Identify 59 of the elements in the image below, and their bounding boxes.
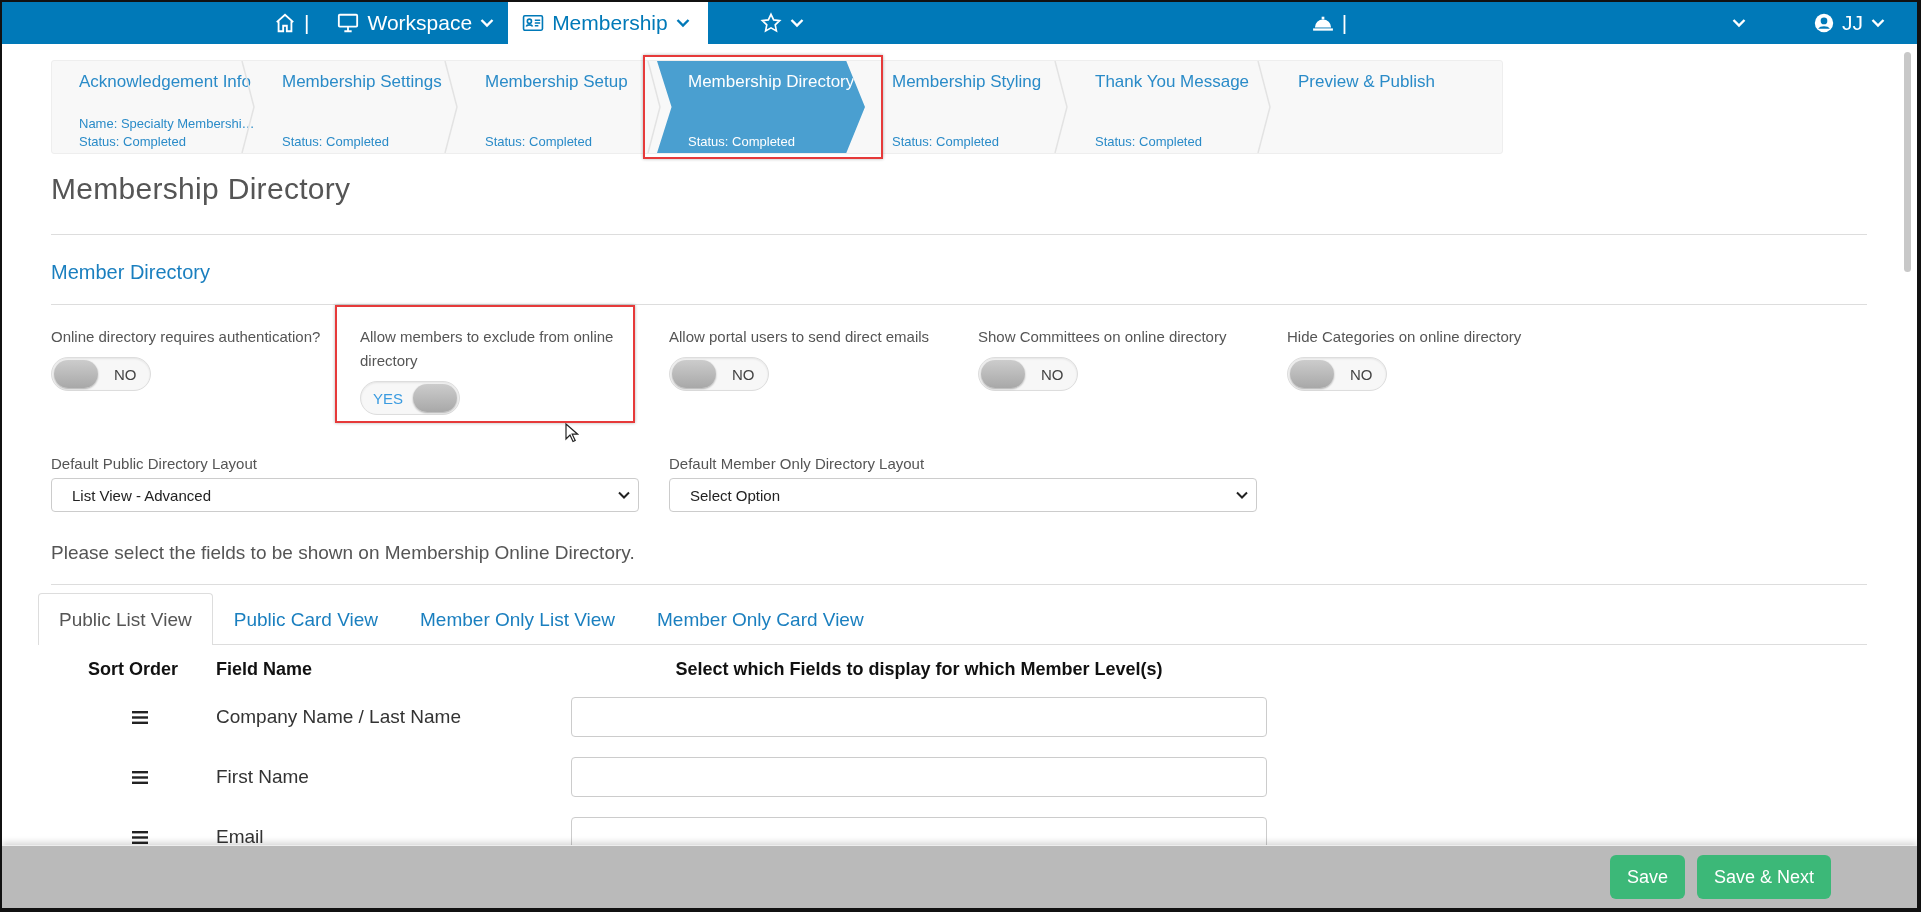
- drag-handle-icon[interactable]: [132, 710, 148, 724]
- field-name: First Name: [215, 766, 310, 788]
- drag-handle-icon[interactable]: [132, 830, 148, 844]
- wizard-step[interactable]: Membership Settings Status: Completed: [255, 61, 458, 153]
- id-card-icon: [522, 14, 545, 32]
- member-level-field[interactable]: [571, 697, 1267, 737]
- wizard-step[interactable]: Membership Directory Status: Completed: [657, 61, 865, 153]
- bell-icon: [1311, 14, 1334, 32]
- member-level-field[interactable]: [571, 757, 1267, 797]
- instructions-text: Please select the fields to be shown on Membership Online Directory.: [51, 542, 636, 564]
- toggle-switch[interactable]: NO: [978, 357, 1078, 391]
- view-tab[interactable]: Public Card View: [212, 593, 400, 645]
- home-icon: [274, 12, 296, 34]
- wizard-step[interactable]: Thank You Message Status: Completed: [1068, 61, 1271, 153]
- wizard-step[interactable]: Preview & Publish: [1271, 61, 1474, 153]
- monitor-icon: [337, 12, 360, 34]
- wizard-step[interactable]: Acknowledgement Info Name: Specialty Membershi… Status: Completed: [52, 61, 255, 153]
- toggle-switch[interactable]: NO: [1287, 357, 1387, 391]
- wizard-step[interactable]: Membership Styling Status: Completed: [865, 61, 1068, 153]
- layout-dropdown[interactable]: Select Option: [669, 478, 1257, 512]
- nav-menu-item[interactable]: |: [1297, 2, 1362, 44]
- column-header: Select which Fields to display for which Member Level(s): [675, 658, 1163, 680]
- page-title: Membership Directory: [51, 172, 352, 206]
- toggle-label: Allow members to exclude from online directory: [360, 327, 615, 371]
- nav-menu-item[interactable]: Workspace: [323, 2, 509, 44]
- column-header: Field Name: [215, 658, 314, 680]
- star-icon: [759, 12, 782, 34]
- chevron-down-icon: [675, 18, 690, 28]
- layout-dropdown[interactable]: List View - Advanced: [51, 478, 639, 512]
- nav-menu-item[interactable]: JJ: [1800, 2, 1899, 44]
- toggle-label: Allow portal users to send direct emails: [669, 327, 931, 347]
- nav-menu-item[interactable]: |: [260, 2, 324, 44]
- toggle-label: Show Committees on online directory: [978, 327, 1228, 347]
- toggle-switch[interactable]: NO: [669, 357, 769, 391]
- chevron-down-icon: [1236, 491, 1248, 499]
- toggle-label: Hide Categories on online directory: [1287, 327, 1523, 347]
- section-title: Member Directory: [51, 261, 211, 284]
- toggle-label: Online directory requires authentication?: [51, 327, 321, 347]
- view-tab[interactable]: Member Only List View: [399, 593, 637, 645]
- view-tab[interactable]: Member Only Card View: [636, 593, 885, 645]
- save-button[interactable]: Save & Next: [1696, 855, 1831, 899]
- select-label: Default Public Directory Layout: [51, 455, 258, 472]
- chevron-down-icon: [618, 491, 630, 499]
- chevron-down-icon: [789, 18, 804, 28]
- field-name: Company Name / Last Name: [215, 706, 462, 728]
- nav-menu-item[interactable]: Membership: [508, 2, 708, 44]
- chevron-down-icon: [1732, 18, 1746, 28]
- drag-handle-icon[interactable]: [132, 770, 148, 784]
- mouse-pointer-icon: [565, 423, 579, 443]
- toggle-switch[interactable]: YES: [360, 381, 460, 415]
- view-tab[interactable]: Public List View: [38, 593, 213, 645]
- select-label: Default Member Only Directory Layout: [669, 455, 926, 472]
- save-button[interactable]: Save: [1609, 855, 1685, 899]
- field-name: Email: [215, 826, 265, 845]
- toggle-switch[interactable]: NO: [51, 357, 151, 391]
- column-header: Sort Order: [87, 658, 178, 680]
- chevron-down-icon: [480, 18, 495, 28]
- user-avatar-icon: [1814, 13, 1834, 33]
- chevron-down-icon: [1871, 18, 1885, 28]
